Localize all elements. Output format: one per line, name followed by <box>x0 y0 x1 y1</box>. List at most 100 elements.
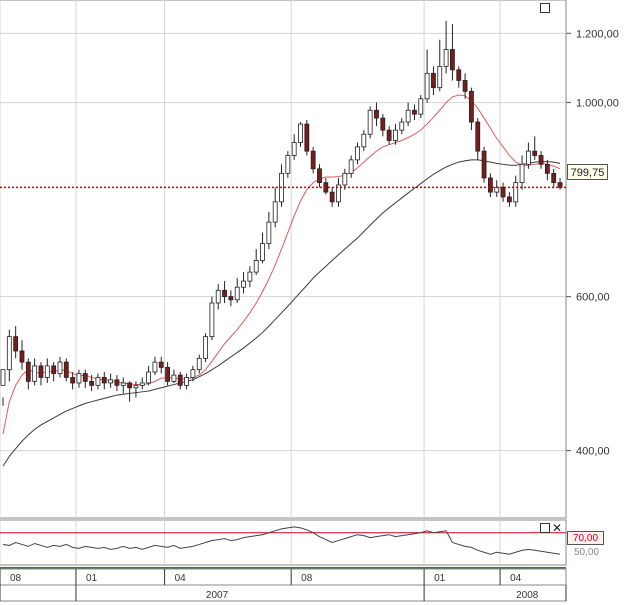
candle-body <box>114 379 120 386</box>
price-panel-frame <box>0 0 567 519</box>
candle-body <box>285 155 291 174</box>
candle-body <box>443 49 449 67</box>
candle-body <box>228 296 234 301</box>
candle-body <box>63 361 69 378</box>
candle-body <box>13 336 19 352</box>
candle-body <box>165 366 170 382</box>
month-label: 04 <box>510 573 522 584</box>
candle-body <box>513 182 519 203</box>
price-tick-label: 600,00 <box>576 292 610 304</box>
candle-body <box>82 373 88 382</box>
candle-body <box>424 72 430 100</box>
candle-body <box>405 109 411 123</box>
candle-body <box>171 374 177 382</box>
month-label: 04 <box>175 573 187 584</box>
candle-body <box>196 357 202 371</box>
month-label: 08 <box>301 573 313 584</box>
rsi-close-icon[interactable]: ✕ <box>552 522 562 534</box>
candle-body <box>393 129 398 141</box>
candle-body <box>38 365 44 378</box>
candle-body <box>519 163 525 184</box>
candle-body <box>57 361 63 374</box>
candle-body <box>329 191 335 203</box>
rsi-panel-frame <box>0 519 567 566</box>
candle-body <box>412 109 417 115</box>
candle-body <box>355 146 360 161</box>
candle-body <box>203 336 208 359</box>
price-tick-label: 1.000,00 <box>576 98 619 110</box>
year-label: 2008 <box>516 590 539 601</box>
rsi-level-label: 70,00 <box>567 531 604 545</box>
candle-body <box>146 371 151 384</box>
candle-body <box>456 69 462 81</box>
candle-body <box>120 382 126 386</box>
candle-body <box>32 365 38 382</box>
rsi-maximize-icon[interactable] <box>540 523 550 533</box>
candle-body <box>152 361 158 373</box>
candle-body <box>25 361 31 382</box>
candle-body <box>298 123 303 143</box>
candle-body <box>431 72 436 89</box>
candle-body <box>253 260 259 273</box>
candle-body <box>184 377 189 386</box>
candle-body <box>89 380 95 386</box>
candle-body <box>475 121 481 152</box>
candle-body <box>481 150 487 179</box>
candle-body <box>437 65 443 89</box>
chart-canvas[interactable]: 400,00 600,00 1.000,00 1.200,00 50,00 08 01 04 0… <box>0 0 625 602</box>
candle-body <box>380 117 386 131</box>
candle-body <box>177 374 183 386</box>
candle-body <box>51 365 57 374</box>
candle-body <box>266 221 272 244</box>
candle-body <box>133 384 139 389</box>
candle-body <box>209 302 215 338</box>
month-label: 01 <box>86 573 98 584</box>
candle-body <box>317 168 322 184</box>
candle-body <box>215 289 221 304</box>
month-label: 01 <box>434 573 446 584</box>
candle-body <box>506 196 512 203</box>
candle-body <box>418 98 424 115</box>
candle-body <box>304 123 310 152</box>
candle-body <box>551 172 557 184</box>
price-tick-label: 1.200,00 <box>576 28 619 40</box>
candle-body <box>101 377 107 384</box>
candle-body <box>544 163 550 174</box>
candle-body <box>342 172 348 186</box>
candle-body <box>399 121 405 131</box>
candle-body <box>500 186 506 198</box>
candle-body <box>19 350 25 363</box>
candle-body <box>361 133 367 148</box>
candle-body <box>6 336 12 371</box>
candle-body <box>108 379 114 384</box>
candle-body <box>386 129 392 141</box>
candle-body <box>247 271 253 282</box>
candle-body <box>190 369 196 378</box>
candle-body <box>139 382 145 386</box>
candle-body <box>462 80 468 92</box>
candle-body <box>367 109 373 135</box>
stock-chart[interactable]: 400,00 600,00 1.000,00 1.200,00 50,00 08 01 04 0… <box>0 0 625 602</box>
candle-body <box>348 159 354 174</box>
candle-body <box>127 382 132 389</box>
current-price-label: 799,75 <box>567 164 608 180</box>
candle-body <box>234 286 240 301</box>
price-tick-label: 400,00 <box>576 446 610 458</box>
candle-body <box>374 109 379 119</box>
candle-body <box>525 150 531 165</box>
maximize-icon[interactable] <box>540 3 550 13</box>
candle-body <box>44 365 50 378</box>
candle-body <box>158 361 164 368</box>
candle-body <box>70 377 76 384</box>
candle-body <box>291 142 297 156</box>
candle-body <box>76 373 82 384</box>
candle-body <box>538 155 544 165</box>
candle-body <box>488 177 493 193</box>
candle-body <box>532 150 538 156</box>
candle-body <box>260 243 265 261</box>
candle-body <box>469 90 474 123</box>
candle-body <box>450 49 455 71</box>
year-label: 2007 <box>206 590 229 601</box>
candle-body <box>272 201 278 223</box>
month-label: 08 <box>10 573 22 584</box>
